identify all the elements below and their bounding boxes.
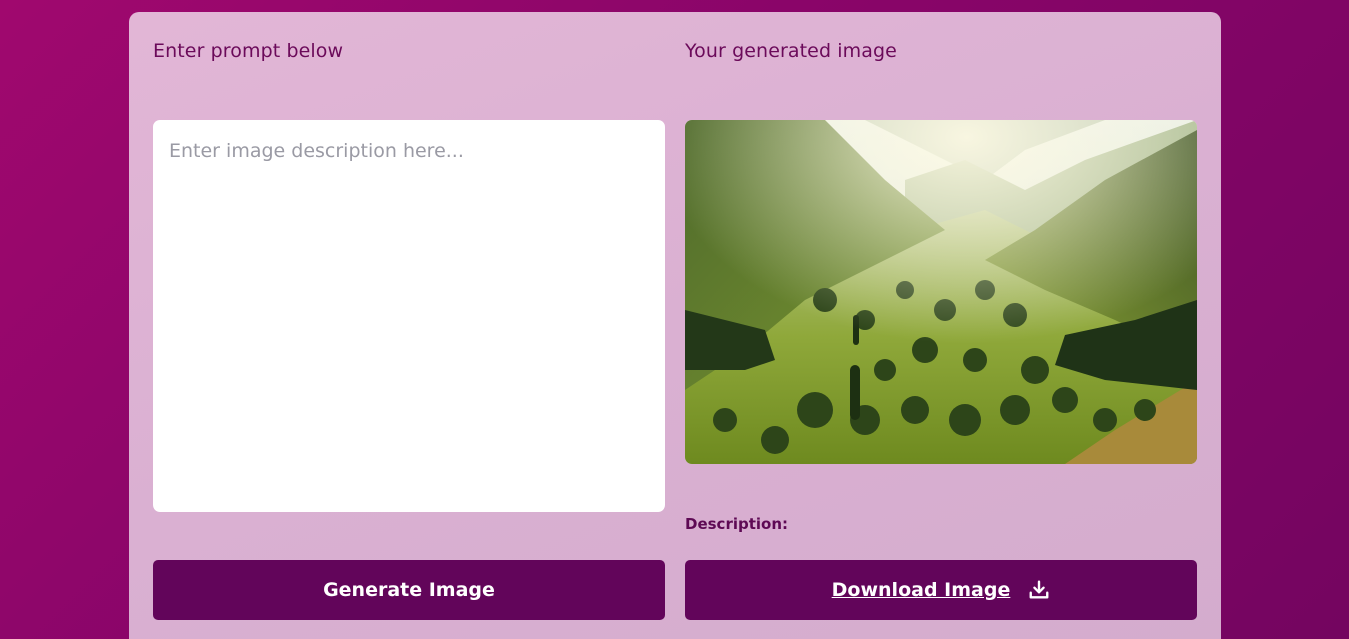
generate-image-button[interactable]: Generate Image [153,560,665,620]
download-icon [1028,579,1050,601]
download-image-label: Download Image [831,579,1011,601]
generator-card: Enter prompt below Your generated image [129,12,1221,639]
description-label: Description: [685,515,789,533]
prompt-input[interactable] [153,120,665,512]
prompt-heading: Enter prompt below [153,40,344,62]
result-heading: Your generated image [685,40,897,62]
download-image-button[interactable]: Download Image [685,560,1197,620]
generate-image-label: Generate Image [323,579,495,601]
generated-image [685,120,1197,464]
